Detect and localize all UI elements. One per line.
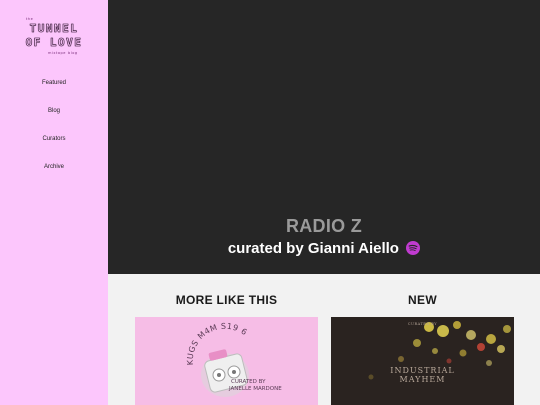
nav-item-archive[interactable]: Archive <box>0 160 108 188</box>
logo-top-small: the <box>26 17 34 21</box>
hero-banner: RADIO Z curated by Gianni Aiello <box>108 0 540 274</box>
card-dark-title-line1: INDUSTRIAL <box>390 366 455 375</box>
card-dark-title-line2: MAYHEM <box>399 375 446 384</box>
more-like-this-heading: MORE LIKE THIS <box>175 293 278 307</box>
sidebar: the TUNNEL OF LOVE mixtape blog Featured… <box>0 0 108 405</box>
radio-artwork: KUGS M4M S19 6 <box>186 322 249 397</box>
logo-line-1: TUNNEL <box>29 22 79 36</box>
nav-item-featured[interactable]: Featured <box>0 76 108 104</box>
playlist-card-new[interactable]: CURATED BY INDUSTRIAL MAYHEM <box>331 317 514 405</box>
card-curator-label: CURATED BY <box>231 379 266 385</box>
card-dark-curator-label: CURATED BY <box>407 322 438 326</box>
sidebar-nav: Featured Blog Curators Archive <box>0 76 108 188</box>
nav-item-blog[interactable]: Blog <box>0 104 108 132</box>
site-logo[interactable]: the TUNNEL OF LOVE mixtape blog <box>18 14 90 60</box>
logo-bottom-small-left: mixtape <box>48 51 66 55</box>
nav-item-curators[interactable]: Curators <box>0 132 108 160</box>
logo-bottom-small-right: blog <box>68 51 78 55</box>
playlist-card-more-like-this[interactable]: KUGS M4M S19 6 CURATED BY JANELLE MARDON… <box>135 317 318 405</box>
curator-line: curated by Gianni Aiello <box>108 240 540 257</box>
card-curator-name: JANELLE MARDONE <box>229 386 282 392</box>
bokeh-artwork <box>331 317 514 405</box>
logo-line-2: OF LOVE <box>25 36 83 50</box>
playlist-title: RADIO Z <box>285 216 363 236</box>
curator-text: curated by Gianni Aiello <box>227 240 399 257</box>
new-heading: NEW <box>408 293 437 307</box>
spotify-icon[interactable] <box>406 241 421 255</box>
